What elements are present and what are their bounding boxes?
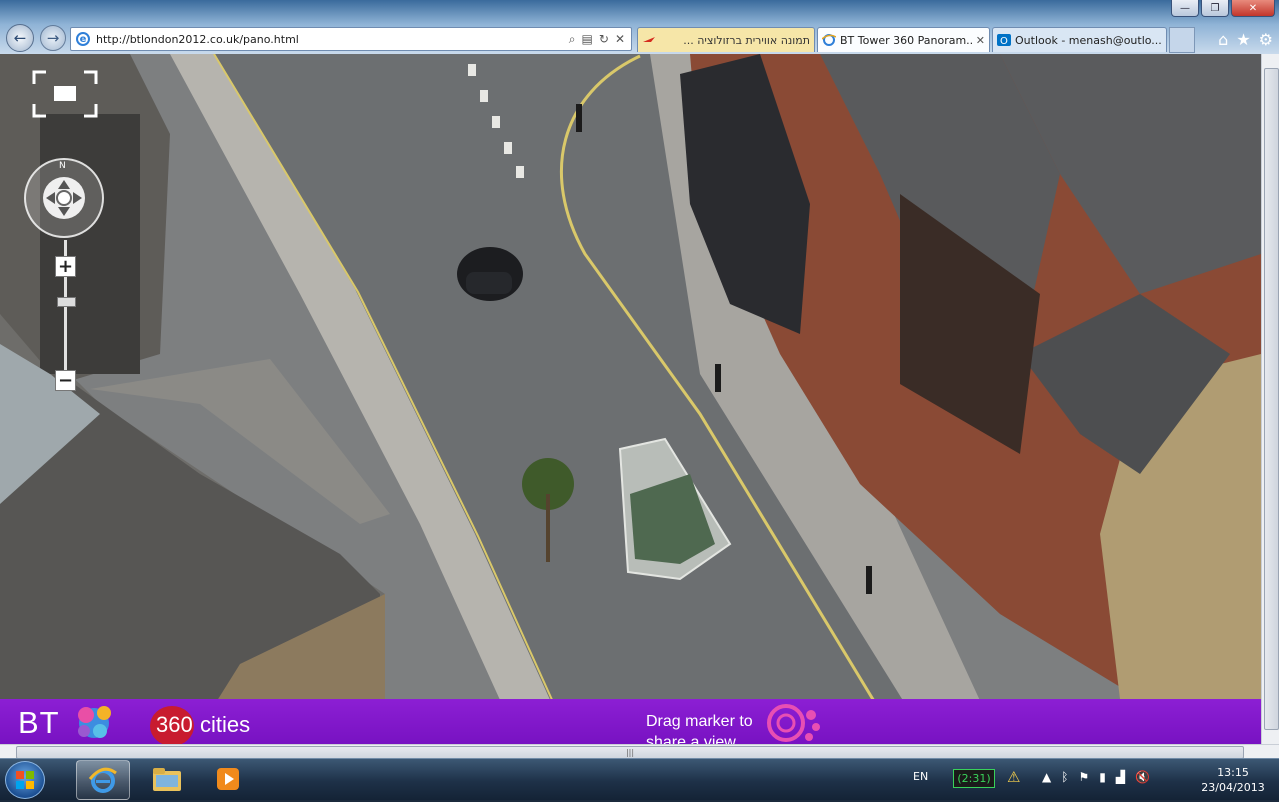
window-caption-buttons: — ❐ ✕: [1171, 0, 1275, 17]
tab-outlook[interactable]: O Outlook - menash@outlo...: [992, 27, 1167, 52]
ie-page-icon: e: [76, 32, 90, 46]
svg-text:O: O: [1000, 36, 1008, 46]
forward-button[interactable]: →: [40, 25, 66, 51]
tab-label: Outlook - menash@outlo...: [1015, 33, 1162, 47]
zoom-out-button[interactable]: −: [55, 370, 76, 391]
zoom-slider-handle[interactable]: [57, 296, 76, 307]
action-center-flag-icon[interactable]: ⚑: [1078, 770, 1089, 784]
taskbar: EN (2:31) ⚠ ▲ ᛒ ⚑ ▮ ▟ 🔇 13:15 23/04/2013: [0, 758, 1279, 800]
show-hidden-icons-icon[interactable]: ▲: [1042, 770, 1051, 784]
back-button[interactable]: ←: [6, 24, 34, 52]
vertical-scrollbar[interactable]: [1261, 54, 1279, 744]
ie-favicon-icon: [822, 34, 836, 46]
address-bar[interactable]: e http://btlondon2012.co.uk/pano.html ⌕ …: [70, 27, 632, 51]
tab-label: BT Tower 360 Panoram...: [840, 33, 973, 47]
compass-north-label: N: [59, 161, 66, 171]
zoom-in-button[interactable]: +: [55, 256, 76, 277]
taskbar-windows-explorer[interactable]: [141, 760, 193, 798]
back-arrow-icon: ←: [13, 29, 27, 47]
network-signal-icon[interactable]: ▟: [1116, 770, 1125, 784]
stop-icon[interactable]: ✕: [615, 32, 625, 46]
home-icon[interactable]: ⌂: [1218, 30, 1228, 49]
sponsor-bar: BT 360 cities Drag marker to share a vie…: [0, 699, 1261, 744]
close-window-button[interactable]: ✕: [1231, 0, 1275, 17]
address-url[interactable]: http://btlondon2012.co.uk/pano.html: [96, 33, 569, 46]
search-icon[interactable]: ⌕: [569, 32, 576, 47]
browser-chrome: — ❐ ✕ ← → e http://btlondon2012.co.uk/pa…: [0, 0, 1279, 54]
taskbar-media-player[interactable]: [202, 760, 254, 798]
start-button[interactable]: [5, 761, 45, 799]
folder-icon: [153, 768, 181, 791]
tab-bt-tower-panorama[interactable]: BT Tower 360 Panoram... ✕: [817, 27, 990, 52]
windows-logo-icon: [16, 771, 34, 789]
battery-icon[interactable]: ▮: [1099, 770, 1106, 784]
close-tab-icon[interactable]: ✕: [976, 34, 985, 47]
bluetooth-icon[interactable]: ᛒ: [1061, 770, 1068, 784]
bt-globe-icon: [78, 706, 111, 738]
minimize-button[interactable]: —: [1171, 0, 1199, 17]
aerial-street-photo[interactable]: [0, 54, 1261, 744]
volume-muted-icon[interactable]: 🔇: [1135, 770, 1150, 784]
taskbar-internet-explorer[interactable]: [76, 760, 130, 800]
vertical-scroll-thumb[interactable]: [1264, 68, 1279, 730]
media-player-icon: [217, 768, 239, 790]
battery-time-indicator[interactable]: (2:31): [953, 769, 995, 788]
panorama-viewer[interactable]: N + − BT 360 cities Drag marker to share…: [0, 54, 1261, 744]
tab-label: תמונה אווירית ברזולוציה ...: [683, 33, 810, 47]
fullscreen-icon[interactable]: [32, 70, 98, 118]
command-icons: ⌂ ★ ⚙: [1218, 30, 1273, 49]
new-tab-button[interactable]: [1169, 27, 1195, 53]
airline-favicon-icon: [643, 37, 655, 42]
clock-date: 23/04/2013: [1201, 781, 1265, 794]
language-indicator[interactable]: EN: [913, 770, 928, 783]
internet-explorer-icon: [88, 767, 117, 793]
system-tray: ▲ ᛒ ⚑ ▮ ▟ 🔇: [1042, 770, 1150, 784]
warning-icon[interactable]: ⚠: [1007, 768, 1020, 786]
tools-gear-icon[interactable]: ⚙: [1259, 30, 1273, 49]
drag-marker-text: Drag marker to share a view: [646, 713, 753, 744]
favorites-star-icon[interactable]: ★: [1236, 30, 1250, 49]
maximize-button[interactable]: ❐: [1201, 0, 1229, 17]
clock[interactable]: 13:15 23/04/2013: [1198, 765, 1268, 795]
pan-control[interactable]: N: [24, 158, 104, 238]
compatibility-view-icon[interactable]: ▤: [582, 32, 593, 46]
bt-logo[interactable]: BT: [18, 705, 60, 741]
horizontal-scrollbar[interactable]: |||: [0, 744, 1279, 759]
refresh-icon[interactable]: ↻: [599, 32, 609, 46]
share-marker-icon[interactable]: [764, 703, 824, 743]
forward-arrow-icon: →: [46, 29, 60, 47]
pan-arrows-icon[interactable]: [43, 177, 85, 219]
tab-aerial-photo[interactable]: תמונה אווירית ברזולוציה ...: [637, 27, 815, 52]
360cities-wordmark[interactable]: cities: [200, 712, 250, 738]
360cities-number[interactable]: 360: [156, 712, 193, 738]
outlook-favicon-icon: O: [997, 34, 1011, 46]
clock-time: 13:15: [1217, 766, 1249, 779]
